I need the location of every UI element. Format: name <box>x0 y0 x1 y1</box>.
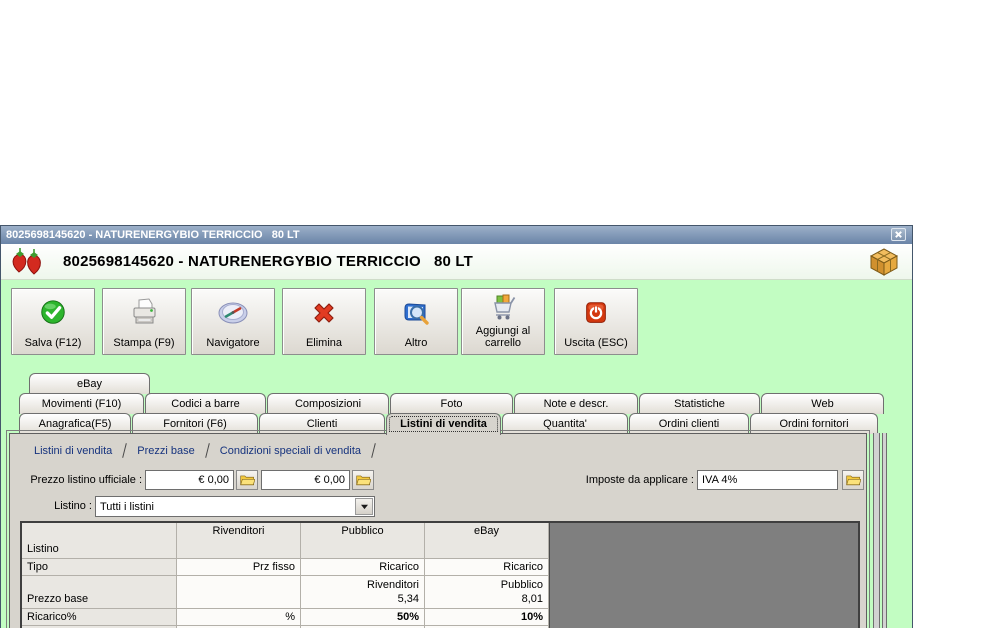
imposte-label: Imposte da applicare : <box>585 474 694 486</box>
listino-dropdown[interactable]: Tutti i listini <box>95 496 375 517</box>
print-button[interactable]: Stampa (F9) <box>102 288 186 355</box>
chevron-down-icon <box>360 504 368 510</box>
navigator-button[interactable]: Navigatore <box>191 288 275 355</box>
compass-icon <box>216 289 250 337</box>
tab-ordini-clienti[interactable]: Ordini clienti <box>629 413 749 434</box>
table-empty-area <box>549 523 858 628</box>
tab-codici-a-barre[interactable]: Codici a barre <box>145 393 266 414</box>
tab-note-e-descr[interactable]: Note e descr. <box>514 393 638 414</box>
tab-listini-di-vendita[interactable]: Listini di vendita <box>386 413 501 435</box>
cell-prezzo-base-pubblico[interactable]: Rivenditori 5,34 <box>301 576 425 609</box>
cell-prezzo-base-rivenditori[interactable] <box>177 576 301 609</box>
cell-ricarico-ebay[interactable]: 10% <box>425 609 549 626</box>
tab-foto[interactable]: Foto <box>390 393 513 414</box>
tab-composizioni[interactable]: Composizioni <box>267 393 389 414</box>
row-label-tipo: Tipo <box>22 559 177 576</box>
exit-button-label: Uscita (ESC) <box>564 337 628 349</box>
subtab-bar: Listini di vendita Prezzi base Condizion… <box>12 438 864 463</box>
listini-panel: Listini di vendita Prezzi base Condizion… <box>6 430 870 628</box>
subtab-divider <box>122 443 128 458</box>
column-header-rivenditori[interactable]: Rivenditori <box>177 523 301 559</box>
add-to-cart-button-label: Aggiungi al carrello <box>475 325 531 349</box>
listino-dropdown-value: Tutti i listini <box>100 500 154 513</box>
column-header-ebay[interactable]: eBay <box>425 523 549 559</box>
tab-quantita[interactable]: Quantita' <box>502 413 628 434</box>
exit-button[interactable]: Uscita (ESC) <box>554 288 638 355</box>
product-window: 8025698145620 - NATURENERGYBIO TERRICCIO… <box>0 225 913 628</box>
cell-prezzo-base-ebay[interactable]: Pubblico 8,01 <box>425 576 549 609</box>
table-corner-header: Listino <box>22 523 177 559</box>
prezzo-lookup-button-1[interactable] <box>236 470 258 490</box>
tab-ordini-fornitori[interactable]: Ordini fornitori <box>750 413 878 434</box>
tab-anagrafica[interactable]: Anagrafica(F5) <box>19 413 131 434</box>
tab-clienti[interactable]: Clienti <box>259 413 385 434</box>
save-button-label: Salva (F12) <box>24 337 82 349</box>
listino-label: Listino : <box>54 500 92 512</box>
tab-statistiche[interactable]: Statistiche <box>639 393 760 414</box>
row-label-ricarico: Ricarico% <box>22 609 177 626</box>
book-search-icon <box>400 289 432 337</box>
close-button[interactable] <box>891 228 906 241</box>
add-to-cart-button[interactable]: Aggiungi al carrello <box>461 288 545 355</box>
package-icon <box>870 248 898 276</box>
folder-icon <box>355 475 371 486</box>
tab-ebay[interactable]: eBay <box>29 373 150 394</box>
imposte-lookup-button[interactable] <box>842 470 864 490</box>
delete-button-label: Elimina <box>305 337 343 349</box>
printer-icon <box>128 289 160 337</box>
tab-fornitori[interactable]: Fornitori (F6) <box>132 413 258 434</box>
desktop: 8025698145620 - NATURENERGYBIO TERRICCIO… <box>0 0 988 628</box>
cell-tipo-ebay[interactable]: Ricarico <box>425 559 549 576</box>
save-check-icon <box>38 289 68 337</box>
navigator-button-label: Navigatore <box>206 337 260 349</box>
cart-icon <box>488 289 518 325</box>
subtab-divider <box>204 443 210 458</box>
prezzo-listino-label: Prezzo listino ufficiale : <box>30 474 142 486</box>
subtab-prezzi-base[interactable]: Prezzi base <box>129 445 202 457</box>
window-edge-strip <box>882 433 887 628</box>
cell-tipo-pubblico[interactable]: Ricarico <box>301 559 425 576</box>
window-edge-strip <box>873 433 880 628</box>
subtab-listini-di-vendita[interactable]: Listini di vendita <box>26 445 120 457</box>
close-icon <box>895 231 902 238</box>
tab-web[interactable]: Web <box>761 393 884 414</box>
more-button-label: Altro <box>404 337 428 349</box>
delete-x-icon <box>308 289 340 337</box>
print-button-label: Stampa (F9) <box>113 337 175 349</box>
strawberry-icon <box>12 247 41 275</box>
product-title: 8025698145620 - NATURENERGYBIO TERRICCIO… <box>63 253 474 270</box>
folder-icon <box>845 475 861 486</box>
imposte-input[interactable]: IVA 4% <box>697 470 838 490</box>
folder-icon <box>239 475 255 486</box>
cell-tipo-rivenditori[interactable]: Prz fisso <box>177 559 301 576</box>
subtab-divider <box>371 443 376 458</box>
subtab-condizioni-speciali[interactable]: Condizioni speciali di vendita <box>212 445 369 457</box>
save-button[interactable]: Salva (F12) <box>11 288 95 355</box>
column-header-pubblico[interactable]: Pubblico <box>301 523 425 559</box>
price-table: Listino Rivenditori Pubblico eBay Tipo P… <box>20 521 860 628</box>
dropdown-arrow-button[interactable] <box>355 498 373 515</box>
row-label-prezzo-base: Prezzo base <box>22 576 177 609</box>
power-icon <box>581 289 611 337</box>
cell-ricarico-pubblico[interactable]: 50% <box>301 609 425 626</box>
prezzo-lookup-button-2[interactable] <box>352 470 374 490</box>
window-title: 8025698145620 - NATURENERGYBIO TERRICCIO… <box>6 229 300 241</box>
delete-button[interactable]: Elimina <box>282 288 366 355</box>
window-titlebar[interactable]: 8025698145620 - NATURENERGYBIO TERRICCIO… <box>1 226 912 244</box>
more-button[interactable]: Altro <box>374 288 458 355</box>
prezzo-listino-input-1[interactable]: € 0,00 <box>145 470 234 490</box>
prezzo-listino-input-2[interactable]: € 0,00 <box>261 470 350 490</box>
product-header: 8025698145620 - NATURENERGYBIO TERRICCIO… <box>1 244 912 280</box>
cell-ricarico-rivenditori[interactable]: % <box>177 609 301 626</box>
tab-movimenti[interactable]: Movimenti (F10) <box>19 393 144 414</box>
